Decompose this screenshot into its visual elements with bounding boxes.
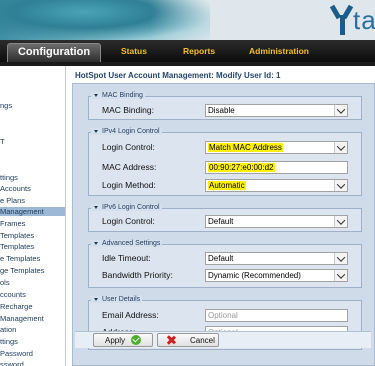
ipv6-login-control-select[interactable]: Default — [205, 215, 348, 228]
sidebar-item[interactable]: Accounts — [0, 184, 31, 193]
collapse-icon[interactable] — [93, 205, 99, 211]
form-actions: Apply Cancel — [75, 331, 371, 348]
ipv6-login-control-label: Login Control: — [102, 216, 155, 226]
ipv4-login-legend[interactable]: IPv4 Login Control — [91, 128, 162, 135]
advanced-settings-legend[interactable]: Advanced Settings — [91, 240, 163, 247]
sidebar-item[interactable]: ge Templates — [0, 266, 44, 275]
nav-tab-reports[interactable]: Reports — [183, 46, 215, 56]
sidebar-item[interactable]: ssword — [0, 360, 24, 366]
email-address-label: Email Address: — [102, 310, 159, 320]
chevron-down-icon — [334, 253, 347, 264]
idle-timeout-label: Idle Timeout: — [102, 253, 151, 263]
ipv4-login-control-label: Login Control: — [102, 142, 155, 152]
sidebar-item[interactable]: e Plans — [0, 196, 25, 205]
chevron-down-icon — [334, 142, 347, 153]
idle-timeout-select[interactable]: Default — [205, 252, 348, 265]
sidebar-item[interactable]: e Templates — [0, 254, 40, 263]
checkmark-icon — [131, 335, 142, 345]
cancel-label: Cancel — [190, 335, 215, 345]
mac-binding-label: MAC Binding: — [102, 105, 154, 115]
header-banner: ta — [0, 0, 375, 40]
collapse-icon[interactable] — [93, 297, 99, 303]
sidebar-item[interactable]: T — [0, 137, 5, 146]
apply-label: Apply — [105, 335, 126, 345]
page-title: HotSpot User Account Management: Modify … — [75, 71, 281, 80]
bandwidth-priority-label: Bandwidth Priority: — [102, 270, 173, 280]
sidebar-item[interactable]: ccounts — [0, 290, 26, 299]
logo-text: ta — [353, 4, 375, 35]
sidebar-item[interactable]: ttings — [0, 337, 18, 346]
sidebar-item[interactable]: Password — [0, 349, 33, 358]
sidebar-item[interactable]: Frames — [0, 219, 25, 228]
collapse-icon[interactable] — [93, 93, 99, 99]
mac-binding-select[interactable]: Disable — [205, 104, 348, 117]
mac-address-label: MAC Address: — [102, 162, 157, 172]
chevron-down-icon — [334, 105, 347, 116]
main-content: HotSpot User Account Management: Modify … — [68, 66, 375, 366]
sidebar-item[interactable]: ation — [0, 325, 16, 334]
bandwidth-priority-select[interactable]: Dynamic (Recommended) — [205, 269, 348, 282]
user-details-legend[interactable]: User Details — [91, 296, 143, 303]
login-method-select[interactable]: Automatic — [205, 179, 348, 192]
nav-tab-configuration[interactable]: Configuration — [7, 43, 101, 62]
sidebar-item[interactable]: Recharge — [0, 302, 33, 311]
cancel-button[interactable]: Cancel — [157, 333, 219, 347]
apply-button[interactable]: Apply — [93, 333, 153, 347]
mac-binding-legend[interactable]: MAC Binding — [91, 92, 145, 99]
sidebar-item[interactable]: Templates — [0, 242, 34, 251]
nav-tab-status[interactable]: Status — [121, 46, 147, 56]
collapse-icon[interactable] — [93, 129, 99, 135]
form-panel: MAC Binding MAC Binding: Disable IPv4 Lo… — [72, 83, 375, 366]
ipv4-login-control-select[interactable]: Match MAC Address — [205, 141, 348, 154]
sidebar-item[interactable]: ttings — [0, 173, 18, 182]
mac-address-input[interactable]: 00:90:27:e0:00:d2 — [205, 161, 348, 174]
brand-logo: ta — [329, 2, 375, 38]
sidebar-item[interactable]: ols — [0, 278, 10, 287]
sidebar-item[interactable]: Management — [0, 314, 44, 323]
logo-mark-icon — [329, 3, 354, 37]
login-method-label: Login Method: — [102, 180, 156, 190]
chevron-down-icon — [334, 216, 347, 227]
close-icon — [166, 335, 176, 345]
nav-tab-administration[interactable]: Administration — [249, 46, 309, 56]
chevron-down-icon — [334, 270, 347, 281]
sidebar: ngs T ttings Accounts e Plans Management… — [0, 66, 66, 366]
chevron-down-icon — [334, 180, 347, 191]
sidebar-item[interactable]: ngs — [0, 101, 12, 110]
ipv6-login-legend[interactable]: IPv6 Login Control — [91, 204, 162, 211]
sidebar-item[interactable]: Templates — [0, 231, 34, 240]
collapse-icon[interactable] — [93, 241, 99, 247]
sidebar-item-user-account-management[interactable]: Management — [0, 207, 65, 216]
email-address-input[interactable]: Optional — [205, 309, 348, 322]
